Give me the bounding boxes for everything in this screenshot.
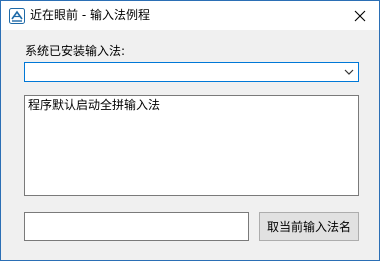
close-icon: [354, 10, 366, 21]
log-textarea[interactable]: 程序默认启动全拼输入法: [24, 95, 359, 196]
title-bar[interactable]: 近在眼前 - 输入法例程: [1, 1, 379, 30]
current-ime-field[interactable]: [24, 212, 249, 241]
app-window: 近在眼前 - 输入法例程 系统已安装输入法: 程序默认启动全拼输入法 取当前输入…: [0, 0, 380, 261]
client-area: 系统已安装输入法: 程序默认启动全拼输入法 取当前输入法名: [1, 30, 379, 260]
close-button[interactable]: [341, 1, 379, 30]
log-text: 程序默认启动全拼输入法: [28, 98, 161, 112]
window-title: 近在眼前 - 输入法例程: [30, 8, 150, 22]
installed-ime-combobox[interactable]: [24, 62, 359, 82]
get-current-ime-button[interactable]: 取当前输入法名: [259, 212, 359, 241]
app-logo-icon: [9, 8, 25, 24]
installed-ime-label: 系统已安装输入法:: [25, 44, 126, 58]
chevron-down-icon[interactable]: [344, 68, 354, 76]
